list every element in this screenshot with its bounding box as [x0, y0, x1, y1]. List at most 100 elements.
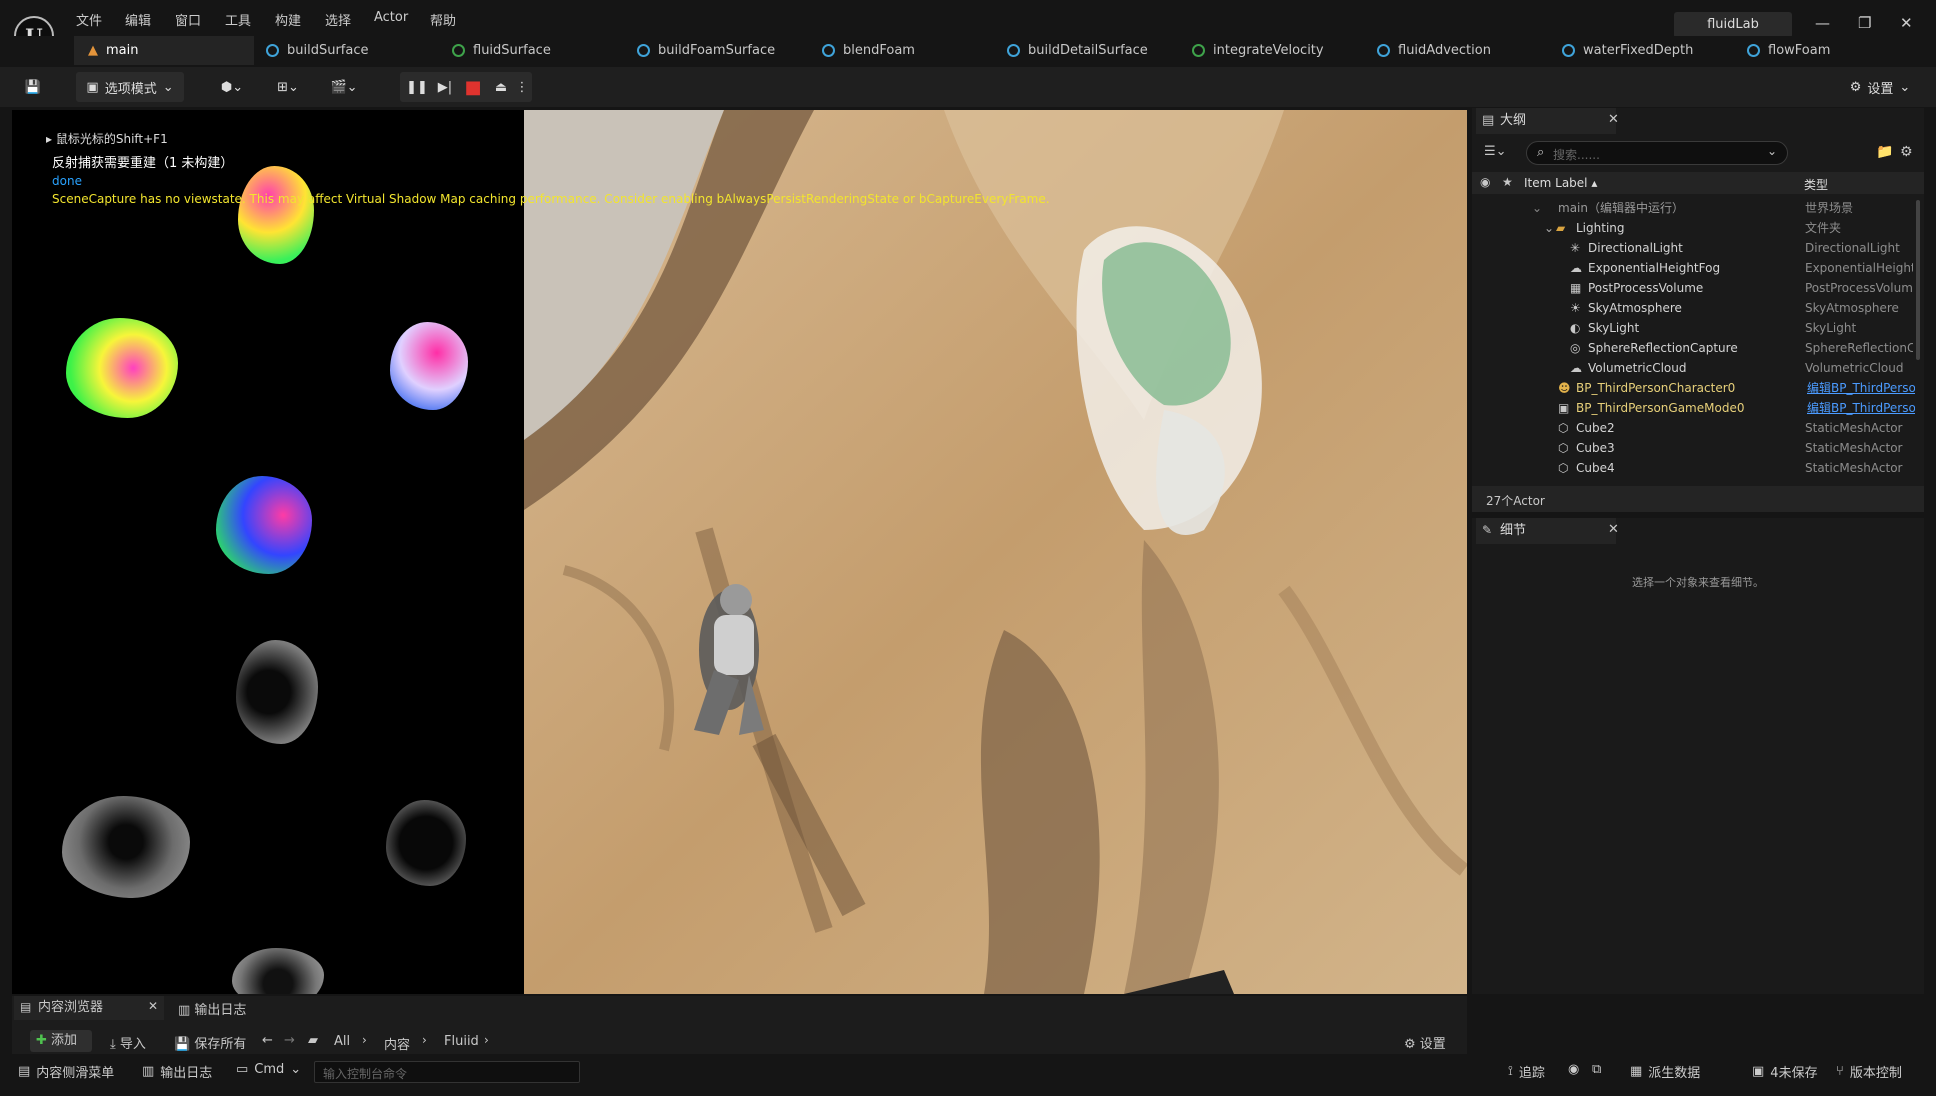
star-icon[interactable]: ★ [1502, 175, 1513, 189]
add-actor-button[interactable]: ⬢⌄ [212, 72, 252, 102]
outliner-row[interactable]: ▣BP_ThirdPersonGameMode0编辑BP_ThirdPerson… [1472, 398, 1924, 418]
more-options-icon[interactable]: ⋮ [515, 72, 529, 102]
skylight-icon: ◐ [1570, 321, 1581, 335]
outliner-row-folder[interactable]: ⌄ ▰ Lighting 文件夹 [1472, 218, 1924, 238]
details-tab[interactable]: 细节 [1476, 518, 1616, 544]
material-icon [637, 44, 650, 57]
material-icon [1747, 44, 1760, 57]
outliner-row[interactable]: ☁ VolumetricCloud VolumetricCloud [1472, 358, 1924, 378]
menu-window[interactable]: 窗口 [175, 10, 201, 29]
outliner-row-world[interactable]: ⌄ main（编辑器中运行） 世界场景 [1472, 198, 1924, 218]
forward-icon[interactable]: → [284, 1033, 295, 1048]
outliner-row[interactable]: ⬡ Cube2 StaticMeshActor [1472, 418, 1924, 438]
eject-icon[interactable]: ⏏ [489, 72, 513, 102]
save-all-button[interactable]: 💾 保存所有 [174, 1033, 246, 1052]
outliner-row[interactable]: ☁ExponentialHeightFogExponentialHeightFo… [1472, 258, 1924, 278]
close-tab-icon[interactable]: ✕ [148, 999, 158, 1013]
chevron-down-icon: ⌄ [290, 1062, 302, 1077]
outliner-row[interactable]: ☀ SkyAtmosphere SkyAtmosphere [1472, 298, 1924, 318]
add-button[interactable]: ✚ 添加 [30, 1030, 92, 1052]
outliner-row[interactable]: ✳ DirectionalLight DirectionalLight [1472, 238, 1924, 258]
minimize-button[interactable]: — [1815, 14, 1830, 32]
save-icon[interactable]: 💾 [18, 72, 48, 102]
visibility-icon[interactable]: ◉ [1480, 175, 1490, 189]
project-name: fluidLab [1674, 12, 1792, 38]
tab-main[interactable]: ▲ main [74, 36, 254, 65]
filter-icon[interactable]: ☰⌄ [1484, 144, 1507, 159]
tab-flowFoam[interactable]: flowFoam [1747, 36, 1830, 65]
outliner-row[interactable]: ☻ BP_ThirdPersonCharacter0 编辑BP_ThirdPerso… [1472, 378, 1924, 398]
derived-data-button[interactable]: ▦ 派生数据 [1630, 1062, 1700, 1081]
breadcrumb-all[interactable]: All [334, 1034, 350, 1049]
outliner-search-input[interactable]: ⌕ 搜索...... ⌄ [1526, 141, 1788, 165]
content-settings-button[interactable]: ⚙ 设置 [1404, 1033, 1446, 1052]
pause-icon[interactable]: ❚❚ [405, 72, 429, 102]
output-log-tab[interactable]: ▥ 输出日志 [178, 999, 246, 1018]
cmd-dropdown[interactable]: ▭ Cmd ⌄ [236, 1062, 301, 1077]
step-icon[interactable]: ▶| [433, 72, 457, 102]
import-button[interactable]: ⤓ 导入 [110, 1033, 146, 1052]
fluid-blob [386, 800, 466, 886]
col-item-label[interactable]: Item Label ▴ [1524, 176, 1597, 190]
tab-fluidSurface[interactable]: fluidSurface [452, 36, 551, 65]
tab-buildDetailSurface[interactable]: buildDetailSurface [1007, 36, 1148, 65]
content-drawer-button[interactable]: ▤ 内容侧滑菜单 [18, 1062, 114, 1081]
cinematics-button[interactable]: 🎬⌄ [324, 72, 364, 102]
viewport-hint[interactable]: ▸ 鼠标光标的Shift+F1 [46, 130, 168, 147]
menu-edit[interactable]: 编辑 [125, 10, 151, 29]
outliner-row[interactable]: ◐ SkyLight SkyLight [1472, 318, 1924, 338]
tab-waterFixedDepth[interactable]: waterFixedDepth [1562, 36, 1693, 65]
source-control-button[interactable]: ⑂ 版本控制 [1836, 1062, 1902, 1081]
blueprint-button[interactable]: ⊞⌄ [268, 72, 308, 102]
content-browser-tab[interactable]: 内容浏览器 [14, 996, 164, 1020]
outliner-row[interactable]: ▦ PostProcessVolume PostProcessVolume [1472, 278, 1924, 298]
static-mesh-icon: ⬡ [1558, 421, 1569, 435]
tab-buildSurface[interactable]: buildSurface [266, 36, 369, 65]
add-folder-icon[interactable]: 📁 [1876, 144, 1893, 160]
edit-blueprint-link[interactable]: 编辑BP_ThirdPersonCharacter [1807, 378, 1915, 398]
close-tab-icon[interactable]: ✕ [1608, 112, 1619, 127]
back-icon[interactable]: ← [262, 1033, 273, 1048]
unsaved-button[interactable]: ▣ 4未保存 [1752, 1062, 1818, 1081]
menu-tools[interactable]: 工具 [225, 10, 251, 29]
outliner-row[interactable]: ⬡ Cube3 StaticMeshActor [1472, 438, 1924, 458]
stop-icon[interactable]: ■ [461, 72, 485, 102]
gear-icon[interactable]: ⚙ [1900, 144, 1913, 160]
mode-select-button[interactable]: ▣ 选项模式 ⌄ [76, 72, 184, 102]
material-icon [1007, 44, 1020, 57]
menu-build[interactable]: 构建 [275, 10, 301, 29]
breadcrumb-content[interactable]: 内容 [384, 1034, 410, 1053]
directional-light-icon: ✳ [1570, 241, 1581, 255]
fluid-blob [236, 640, 318, 744]
outliner-icon: ▤ [1482, 113, 1495, 128]
menu-actor[interactable]: Actor [374, 10, 408, 25]
tab-buildFoamSurface[interactable]: buildFoamSurface [637, 36, 775, 65]
viewport-capture-panel[interactable] [12, 110, 524, 994]
derived-data-icon: ▦ [1630, 1064, 1643, 1079]
outliner-row[interactable]: ◎ SphereReflectionCapture SphereReflection… [1472, 338, 1924, 358]
screenshot-icon[interactable]: ⧉ [1592, 1062, 1601, 1077]
edit-blueprint-link[interactable]: 编辑BP_ThirdPersonGameMode [1807, 398, 1915, 418]
menu-file[interactable]: 文件 [76, 10, 102, 29]
menu-select[interactable]: 选择 [325, 10, 351, 29]
toolbar-settings-button[interactable]: ⚙ 设置 ⌄ [1840, 72, 1920, 102]
restore-button[interactable]: ❐ [1858, 14, 1871, 32]
output-log-button[interactable]: ▥ 输出日志 [142, 1062, 212, 1081]
close-window-button[interactable]: ✕ [1900, 14, 1913, 32]
outliner-row[interactable]: ⬡ Cube4 StaticMeshActor [1472, 458, 1924, 478]
tab-integrateVelocity[interactable]: integrateVelocity [1192, 36, 1324, 65]
tab-blendFoam[interactable]: blendFoam [822, 36, 915, 65]
search-icon: ⌕ [1537, 145, 1545, 160]
viewport-3d-scene[interactable] [524, 110, 1467, 994]
menu-help[interactable]: 帮助 [430, 10, 456, 29]
record-icon[interactable]: ◉ [1568, 1062, 1579, 1077]
console-input[interactable]: 输入控制台命令 [314, 1061, 580, 1083]
material-icon [1192, 44, 1205, 57]
close-tab-icon[interactable]: ✕ [1608, 522, 1619, 537]
outliner-tab[interactable]: 大纲 [1476, 108, 1616, 134]
col-type[interactable]: 类型 [1804, 176, 1828, 193]
tab-fluidAdvection[interactable]: fluidAdvection [1377, 36, 1491, 65]
trace-button[interactable]: ⟟ 追踪 [1508, 1062, 1545, 1081]
breadcrumb-fluiid[interactable]: Fluiid [444, 1034, 479, 1049]
outliner-scrollbar[interactable] [1916, 200, 1920, 360]
